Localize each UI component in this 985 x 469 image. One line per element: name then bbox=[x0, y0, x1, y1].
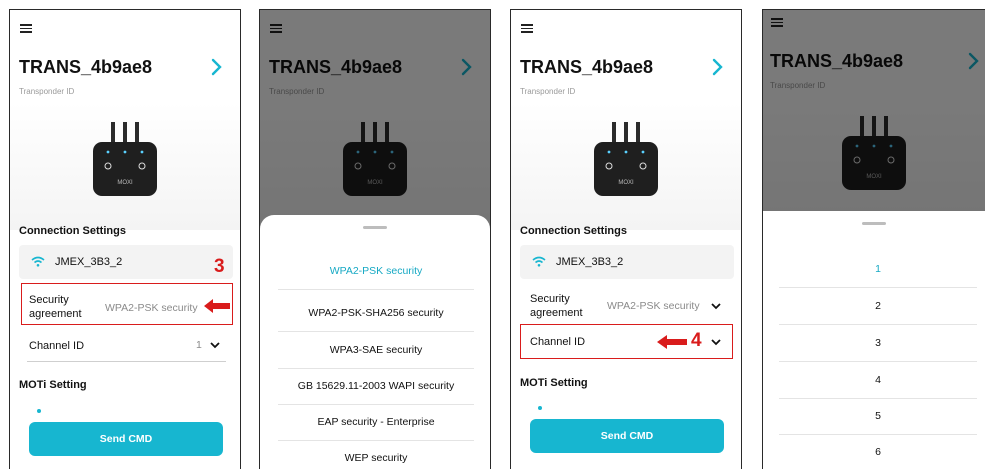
security-option[interactable]: WPA2-PSK-SHA256 security bbox=[278, 295, 474, 332]
moti-setting-title: MOTi Setting bbox=[520, 377, 588, 389]
transponder-subtitle: Transponder ID bbox=[520, 87, 576, 96]
wifi-icon bbox=[31, 256, 45, 267]
transponder-name: TRANS_4b9ae8 bbox=[19, 57, 153, 77]
connection-settings-title: Connection Settings bbox=[520, 225, 627, 237]
status-dot bbox=[37, 409, 41, 413]
device-brand-label: MOXI bbox=[618, 180, 634, 186]
security-agreement-value[interactable]: WPA2-PSK security bbox=[105, 302, 198, 314]
send-cmd-button[interactable]: Send CMD bbox=[29, 422, 223, 456]
channel-options-sheet: 1 2 3 4 5 6 bbox=[763, 211, 985, 469]
channel-id-label: Channel ID bbox=[29, 340, 85, 352]
channel-option[interactable]: 4 bbox=[779, 362, 977, 399]
security-agreement-label: Security agreement bbox=[530, 293, 583, 319]
security-option[interactable]: WPA3-SAE security bbox=[278, 332, 474, 369]
security-agreement-value[interactable]: WPA2-PSK security bbox=[607, 300, 700, 312]
channel-option[interactable]: 5 bbox=[779, 398, 977, 435]
phone-screen-2: TRANS_4b9ae8 Transponder ID MOXI WPA2-PS… bbox=[259, 9, 491, 469]
phone-screen-1: TRANS_4b9ae8 Transponder ID MOXI Connect… bbox=[9, 9, 241, 469]
security-option[interactable]: WEP security bbox=[278, 440, 474, 469]
security-option[interactable]: GB 15629.11-2003 WAPI security bbox=[278, 368, 474, 405]
wifi-network-row[interactable]: JMEX_3B3_2 bbox=[19, 245, 233, 279]
channel-option[interactable]: 6 bbox=[779, 434, 977, 469]
security-option[interactable]: WPA2-PSK security bbox=[278, 253, 474, 290]
security-option[interactable]: EAP security - Enterprise bbox=[278, 404, 474, 441]
hamburger-menu-icon[interactable] bbox=[20, 24, 32, 33]
drag-handle-icon[interactable] bbox=[862, 222, 886, 225]
device-image: MOXI bbox=[10, 102, 240, 230]
chevron-down-icon[interactable] bbox=[711, 339, 721, 346]
step-number-3: 3 bbox=[214, 256, 225, 277]
channel-option[interactable]: 2 bbox=[779, 288, 977, 325]
phone-screen-4: TRANS_4b9ae8 Transponder ID MOXI 1 2 3 4… bbox=[762, 9, 985, 469]
security-agreement-label: Security agreement bbox=[29, 294, 82, 320]
send-cmd-button[interactable]: Send CMD bbox=[530, 419, 724, 453]
security-options-sheet: WPA2-PSK security WPA2-PSK-SHA256 securi… bbox=[260, 215, 490, 469]
wifi-icon bbox=[532, 256, 546, 267]
chevron-right-icon[interactable] bbox=[707, 56, 727, 78]
wifi-network-row[interactable]: JMEX_3B3_2 bbox=[520, 245, 734, 279]
moti-setting-title: MOTi Setting bbox=[19, 379, 87, 391]
chevron-down-icon[interactable] bbox=[711, 303, 721, 310]
device-image: MOXI bbox=[511, 102, 741, 230]
step-number-4: 4 bbox=[691, 330, 702, 351]
transponder-subtitle: Transponder ID bbox=[19, 87, 75, 96]
red-arrow-left-icon bbox=[204, 299, 230, 313]
channel-option[interactable]: 3 bbox=[779, 325, 977, 362]
chevron-right-icon[interactable] bbox=[206, 56, 226, 78]
transponder-name: TRANS_4b9ae8 bbox=[520, 57, 654, 77]
chevron-down-icon[interactable] bbox=[210, 342, 220, 349]
divider bbox=[27, 361, 226, 362]
phone-screen-3: TRANS_4b9ae8 Transponder ID MOXI Connect… bbox=[510, 9, 742, 469]
device-brand-label: MOXI bbox=[117, 180, 133, 186]
drag-handle-icon[interactable] bbox=[363, 226, 387, 229]
status-dot bbox=[538, 406, 542, 410]
hamburger-menu-icon[interactable] bbox=[521, 24, 533, 33]
wifi-network-name: JMEX_3B3_2 bbox=[55, 256, 123, 268]
channel-id-label: Channel ID bbox=[530, 336, 586, 348]
wifi-network-name: JMEX_3B3_2 bbox=[556, 256, 624, 268]
red-arrow-left-icon bbox=[657, 335, 687, 349]
channel-option[interactable]: 1 bbox=[779, 251, 977, 288]
channel-id-value[interactable]: 1 bbox=[196, 339, 202, 351]
connection-settings-title: Connection Settings bbox=[19, 225, 126, 237]
